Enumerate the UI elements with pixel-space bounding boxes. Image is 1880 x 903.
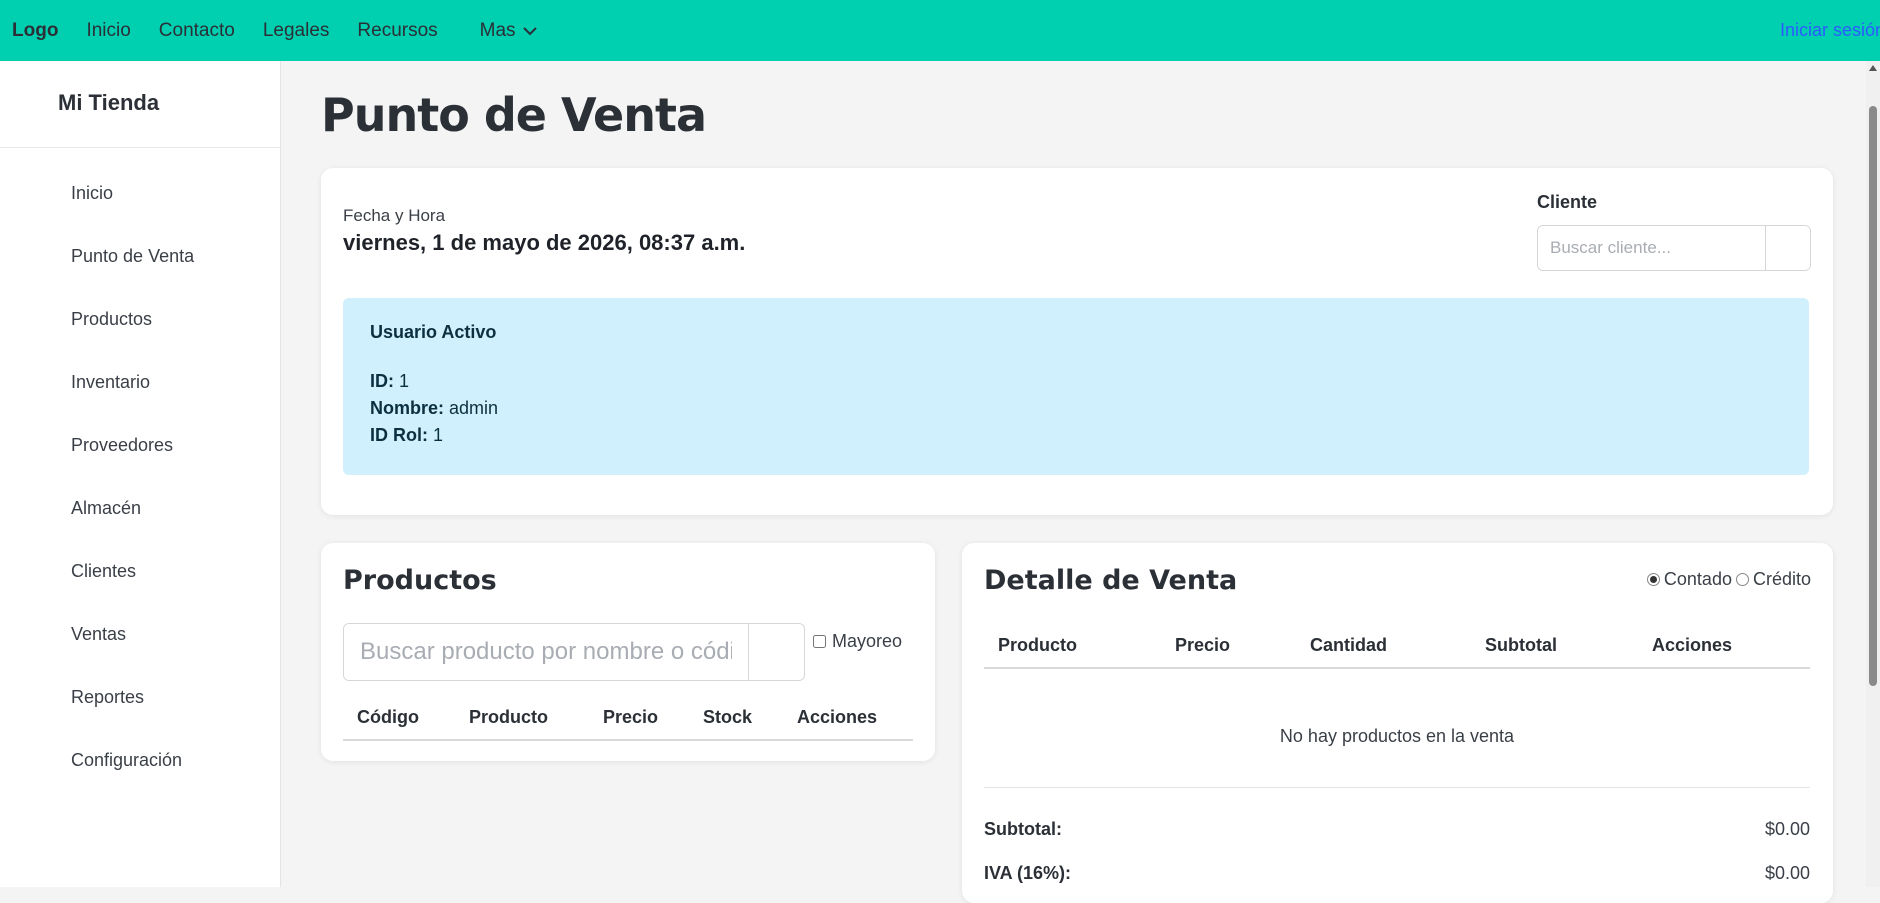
user-name-value: admin <box>449 398 499 418</box>
datetime-label: Fecha y Hora <box>343 206 446 225</box>
page-scrollbar[interactable] <box>1866 61 1880 887</box>
mayoreo-checkbox[interactable] <box>813 635 826 648</box>
active-user-title: Usuario Activo <box>370 322 497 342</box>
iva-label: IVA (16%): <box>984 863 1072 883</box>
sidebar-item-reportes[interactable]: Reportes <box>0 666 280 729</box>
logo[interactable]: Logo <box>12 20 58 42</box>
col-subtotal[interactable]: Subtotal <box>1471 623 1638 669</box>
user-id-value: 1 <box>399 371 410 391</box>
sidebar-menu: Inicio Punto de Venta Productos Inventar… <box>0 162 280 792</box>
cliente-label: Cliente <box>1537 192 1598 212</box>
nav-link-legales[interactable]: Legales <box>263 20 330 42</box>
payment-contado-label: Contado <box>1663 569 1732 589</box>
subtotal-label: Subtotal: <box>984 819 1062 839</box>
sale-detail-title: Detalle de Venta <box>984 565 1238 596</box>
payment-credito-radio[interactable]: Crédito <box>1735 569 1811 590</box>
products-card: Productos Mayoreo Código Producto Precio… <box>321 543 935 761</box>
payment-type-group: Contado Crédito <box>1646 569 1811 590</box>
sidebar-item-almacen[interactable]: Almacén <box>0 477 280 540</box>
sale-info-card: Fecha y Hora viernes, 1 de mayo de 2026,… <box>321 168 1833 515</box>
col-producto[interactable]: Producto <box>984 623 1161 669</box>
nav-link-contacto[interactable]: Contacto <box>159 20 235 42</box>
divider <box>984 787 1810 788</box>
sidebar-item-inventario[interactable]: Inventario <box>0 351 280 414</box>
radio-unselected-icon <box>1735 573 1749 586</box>
col-acciones[interactable]: Acciones <box>1638 623 1810 669</box>
user-name-line: Nombre: admin <box>370 398 498 419</box>
product-search-input[interactable] <box>344 624 748 680</box>
product-search-group <box>343 623 805 681</box>
product-search-button[interactable] <box>748 624 804 680</box>
user-id-label: ID: <box>370 371 394 391</box>
sale-detail-table-header: Producto Precio Cantidad Subtotal Accion… <box>984 623 1810 669</box>
mayoreo-checkbox-label[interactable]: Mayoreo <box>813 631 902 652</box>
col-stock[interactable]: Stock <box>689 695 783 741</box>
login-link[interactable]: Iniciar sesión <box>1780 20 1880 41</box>
sidebar-item-punto-de-venta[interactable]: Punto de Venta <box>0 225 280 288</box>
chevron-down-icon <box>522 26 537 35</box>
sidebar-item-productos[interactable]: Productos <box>0 288 280 351</box>
sidebar-brand: Mi Tienda <box>0 61 280 148</box>
col-codigo[interactable]: Código <box>343 695 455 741</box>
products-table: Código Producto Precio Stock Acciones <box>343 695 913 741</box>
col-producto[interactable]: Producto <box>455 695 589 741</box>
iva-value: $0.00 <box>1764 863 1810 883</box>
user-role-label: ID Rol: <box>370 425 428 445</box>
subtotal-value: $0.00 <box>1764 819 1810 839</box>
sidebar-item-inicio[interactable]: Inicio <box>0 162 280 225</box>
sidebar-item-configuracion[interactable]: Configuración <box>0 729 280 792</box>
sale-detail-card: Detalle de Venta Contado Crédito Product… <box>962 543 1833 903</box>
user-id-line: ID: 1 <box>370 371 409 392</box>
scroll-up-icon[interactable] <box>1869 65 1877 71</box>
nav-more-dropdown[interactable]: Mas <box>480 20 538 42</box>
sidebar-item-ventas[interactable]: Ventas <box>0 603 280 666</box>
empty-sale-message: No hay productos en la venta <box>1279 726 1515 746</box>
radio-selected-icon <box>1646 573 1660 586</box>
nav-link-inicio[interactable]: Inicio <box>86 20 130 42</box>
subtotal-row: Subtotal: $0.00 <box>984 819 1810 840</box>
cliente-search-input[interactable] <box>1538 226 1765 270</box>
products-title: Productos <box>343 565 497 596</box>
top-navbar: Logo Inicio Contacto Legales Recursos Ma… <box>0 0 1880 61</box>
col-precio[interactable]: Precio <box>1161 623 1296 669</box>
user-name-label: Nombre: <box>370 398 445 418</box>
col-acciones[interactable]: Acciones <box>783 695 913 741</box>
page-title: Punto de Venta <box>321 88 707 142</box>
sidebar-item-clientes[interactable]: Clientes <box>0 540 280 603</box>
nav-link-recursos[interactable]: Recursos <box>357 20 437 42</box>
sidebar-item-proveedores[interactable]: Proveedores <box>0 414 280 477</box>
sale-detail-table: Producto Precio Cantidad Subtotal Accion… <box>984 623 1810 669</box>
nav-more-label: Mas <box>479 19 516 41</box>
sidebar: Mi Tienda Inicio Punto de Venta Producto… <box>0 61 281 887</box>
cliente-search-group <box>1537 225 1811 271</box>
active-user-box: Usuario Activo ID: 1 Nombre: admin ID Ro… <box>343 298 1809 475</box>
col-cantidad[interactable]: Cantidad <box>1296 623 1471 669</box>
user-role-line: ID Rol: 1 <box>370 425 443 446</box>
scrollbar-thumb[interactable] <box>1869 106 1877 686</box>
products-table-header: Código Producto Precio Stock Acciones <box>343 695 913 741</box>
iva-row: IVA (16%): $0.00 <box>984 863 1810 884</box>
user-role-value: 1 <box>433 425 444 445</box>
mayoreo-label: Mayoreo <box>832 631 903 651</box>
payment-credito-label: Crédito <box>1752 569 1811 589</box>
cliente-search-button[interactable] <box>1765 226 1810 270</box>
payment-contado-radio[interactable]: Contado <box>1646 569 1732 590</box>
col-precio[interactable]: Precio <box>589 695 689 741</box>
datetime-value: viernes, 1 de mayo de 2026, 08:37 a.m. <box>343 230 746 255</box>
